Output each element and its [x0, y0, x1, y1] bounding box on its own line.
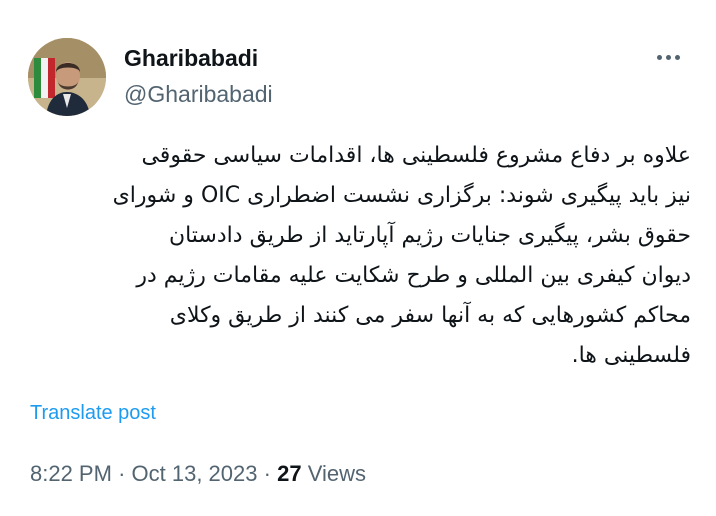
post-text-line: علاوه بر دفاع مشروع فلسطینی ها، اقدامات …: [141, 143, 691, 168]
post-text-line: حقوق بشر، پیگیری جنایات رژیم آپارتاید از…: [168, 223, 691, 248]
more-horizontal-icon: [656, 54, 662, 60]
views-label: Views: [307, 461, 366, 486]
post-text-line: دیوان کیفری بین المللی و طرح شکایت علیه …: [136, 263, 691, 288]
more-horizontal-icon: [674, 54, 680, 60]
post-text-line: نیز باید پیگیری شوند: برگزاری نشست اضطرا…: [112, 183, 691, 208]
author-handle[interactable]: @Gharibabadi: [124, 80, 273, 108]
author-display-name[interactable]: Gharibabadi: [124, 44, 273, 72]
translate-post-link[interactable]: Translate post: [30, 400, 156, 426]
meta-separator: ·: [118, 461, 126, 486]
more-options-button[interactable]: [648, 42, 688, 72]
post-text: علاوه بر دفاع مشروع فلسطینی ها، اقدامات …: [28, 136, 691, 376]
avatar[interactable]: [28, 38, 106, 116]
post-metadata: 8:22 PM · Oct 13, 2023 · 27 Views: [30, 460, 366, 488]
post-text-line: فلسطینی ها.: [571, 343, 691, 368]
views-count: 27: [277, 461, 302, 486]
tweet-header: Gharibabadi @Gharibabadi: [28, 38, 688, 118]
avatar-photo: [28, 38, 106, 116]
author-names: Gharibabadi @Gharibabadi: [124, 44, 273, 108]
tweet-card: Gharibabadi @Gharibabadi علاوه بر دفاع م…: [0, 0, 716, 516]
meta-separator: ·: [263, 461, 271, 486]
post-date[interactable]: Oct 13, 2023: [132, 461, 258, 486]
post-time[interactable]: 8:22 PM: [30, 461, 112, 486]
post-text-line: محاکم کشورهایی که به آنها سفر می کنند از…: [169, 303, 691, 328]
more-horizontal-icon: [665, 54, 671, 60]
